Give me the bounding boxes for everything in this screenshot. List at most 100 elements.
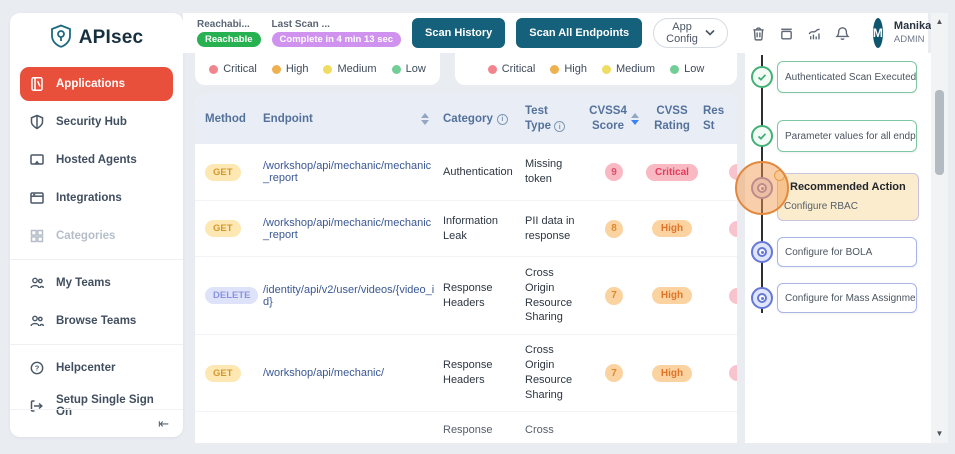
step-target-icon	[751, 177, 773, 199]
column-header-test-type: TestType i	[525, 104, 587, 134]
column-header-category: Categoryi	[443, 112, 525, 127]
sidebar-item-my-teams[interactable]: My Teams	[20, 268, 173, 298]
legend-label: Low	[406, 63, 426, 75]
low-dot-icon	[670, 65, 679, 74]
cvss-rating-badge: High	[652, 287, 692, 304]
critical-dot-icon	[488, 65, 497, 74]
scrollbar-thumb[interactable]	[935, 90, 944, 175]
bell-icon[interactable]	[834, 22, 851, 44]
sidebar-item-applications[interactable]: Applications	[20, 67, 173, 101]
info-icon[interactable]: i	[554, 121, 565, 132]
sidebar-item-browse-teams[interactable]: Browse Teams	[20, 306, 173, 336]
app-config-button[interactable]: App Config	[653, 18, 728, 48]
column-header-cvss4-score[interactable]: CVSS4Score	[587, 104, 641, 134]
reachability-status: Reachabi... Reachable	[197, 19, 261, 47]
legend-label: High	[286, 63, 309, 75]
shield-icon	[29, 114, 46, 131]
timeline-step-parameter-values[interactable]: Parameter values for all endp...	[777, 120, 917, 152]
sidebar-item-security-hub[interactable]: Security Hub	[20, 107, 173, 137]
sort-icon[interactable]	[421, 113, 429, 125]
sidebar-item-integrations[interactable]: Integrations	[20, 183, 173, 213]
result-status-badge	[729, 365, 737, 381]
legend-item-high: High	[272, 63, 309, 75]
step-pending-icon	[751, 241, 773, 263]
method-badge: GET	[205, 365, 241, 382]
users-icon	[29, 275, 46, 292]
method-badge: DELETE	[205, 287, 258, 304]
endpoint-link[interactable]: /workshop/api/mechanic/	[263, 367, 443, 379]
info-icon[interactable]: i	[497, 114, 508, 125]
legend-label: Low	[684, 63, 704, 75]
table-row[interactable]: Response Cross	[195, 412, 737, 443]
cvss4-score-badge: 8	[605, 220, 623, 238]
recommended-action-card[interactable]: Recommended Action Configure RBAC	[777, 173, 919, 221]
trash-icon[interactable]	[750, 22, 767, 44]
legend-item-critical: Critical	[488, 63, 536, 75]
step-label: Configure for BOLA	[785, 247, 872, 258]
severity-legend-card-2: Critical High Medium Low	[455, 53, 737, 85]
column-header-result-status: ResSt	[703, 104, 737, 134]
table-row[interactable]: DELETE /identity/api/v2/user/videos/{vid…	[195, 257, 737, 335]
question-circle-icon: ?	[29, 360, 46, 377]
avatar[interactable]: M	[873, 18, 883, 48]
column-header-endpoint[interactable]: Endpoint	[263, 112, 443, 127]
medium-dot-icon	[602, 65, 611, 74]
last-scan-status: Last Scan ... Complete in 4 min 13 sec	[272, 19, 402, 47]
test-type-cell: Cross Origin Resource Sharing	[525, 343, 587, 402]
recommended-action-label: Configure RBAC	[784, 201, 912, 212]
result-status-badge	[729, 164, 737, 180]
archive-icon[interactable]	[778, 22, 795, 44]
endpoint-link[interactable]: /workshop/api/mechanic/mechanic_report	[263, 217, 443, 241]
step-done-icon	[751, 125, 773, 147]
table-row[interactable]: GET /workshop/api/mechanic/mechanic_repo…	[195, 201, 737, 257]
table-row[interactable]: GET /workshop/api/mechanic/mechanic_repo…	[195, 144, 737, 201]
endpoint-link[interactable]: /workshop/api/mechanic/mechanic_report	[263, 160, 443, 184]
sidebar-item-label: Security Hub	[56, 116, 127, 128]
column-header-method: Method	[205, 112, 263, 127]
table-row[interactable]: GET /workshop/api/mechanic/ Response Hea…	[195, 335, 737, 412]
sort-desc-icon[interactable]	[631, 113, 639, 125]
method-badge: GET	[205, 220, 241, 237]
sidebar-item-label: Helpcenter	[56, 362, 115, 374]
sidebar-divider	[10, 344, 183, 345]
scroll-down-icon[interactable]: ▼	[936, 425, 944, 441]
test-type-cell: PII data in response	[525, 214, 587, 244]
test-type-cell: Missing token	[525, 157, 587, 187]
sidebar-item-label: Integrations	[56, 192, 122, 204]
timeline-step-authenticated-scan[interactable]: Authenticated Scan Executed	[777, 61, 917, 93]
endpoint-link[interactable]: /identity/api/v2/user/videos/{video_id}	[263, 284, 443, 308]
vertical-scrollbar[interactable]: ▲ ▼	[931, 13, 948, 443]
findings-table: Method Endpoint Categoryi TestType i CVS…	[195, 94, 737, 443]
browser-window-icon	[29, 190, 46, 207]
sidebar-item-helpcenter[interactable]: ? Helpcenter	[20, 353, 173, 383]
category-cell: Response Headers	[443, 358, 525, 388]
table-header-row: Method Endpoint Categoryi TestType i CVS…	[195, 94, 737, 144]
scroll-up-icon[interactable]: ▲	[936, 13, 944, 29]
apisec-shield-icon	[50, 24, 72, 53]
test-type-cell: Cross	[525, 423, 587, 438]
test-type-cell: Cross Origin Resource Sharing	[525, 266, 587, 325]
timeline-step-configure-bola[interactable]: Configure for BOLA	[777, 237, 917, 267]
cvss4-score-badge: 7	[605, 287, 623, 305]
sidebar-item-categories: Categories	[20, 221, 173, 251]
scan-history-button[interactable]: Scan History	[412, 18, 505, 48]
step-label: Authenticated Scan Executed	[785, 72, 916, 83]
scan-all-endpoints-button[interactable]: Scan All Endpoints	[516, 18, 642, 48]
collapse-sidebar-icon[interactable]: ⇤	[158, 417, 169, 430]
sidebar-item-label: Applications	[56, 78, 125, 90]
legend-label: High	[564, 63, 587, 75]
reachability-label: Reachabi...	[197, 19, 261, 30]
category-cell: Authentication	[443, 165, 525, 180]
step-pending-icon	[751, 287, 773, 309]
severity-legend-card-1: Critical High Medium Low	[195, 53, 440, 85]
analytics-icon[interactable]	[806, 22, 823, 44]
legend-label: Critical	[223, 63, 257, 75]
logo-text: APIsec	[79, 27, 144, 49]
cvss4-score-badge: 7	[605, 364, 623, 382]
sidebar-divider	[10, 259, 183, 260]
timeline-step-configure-mass-assignments[interactable]: Configure for Mass Assignments	[777, 283, 917, 313]
column-header-cvss-rating: CVSSRating	[641, 104, 703, 134]
sidebar-footer: ⇤	[10, 409, 183, 437]
cvss4-score-badge: 9	[605, 163, 623, 181]
sidebar-item-hosted-agents[interactable]: Hosted Agents	[20, 145, 173, 175]
